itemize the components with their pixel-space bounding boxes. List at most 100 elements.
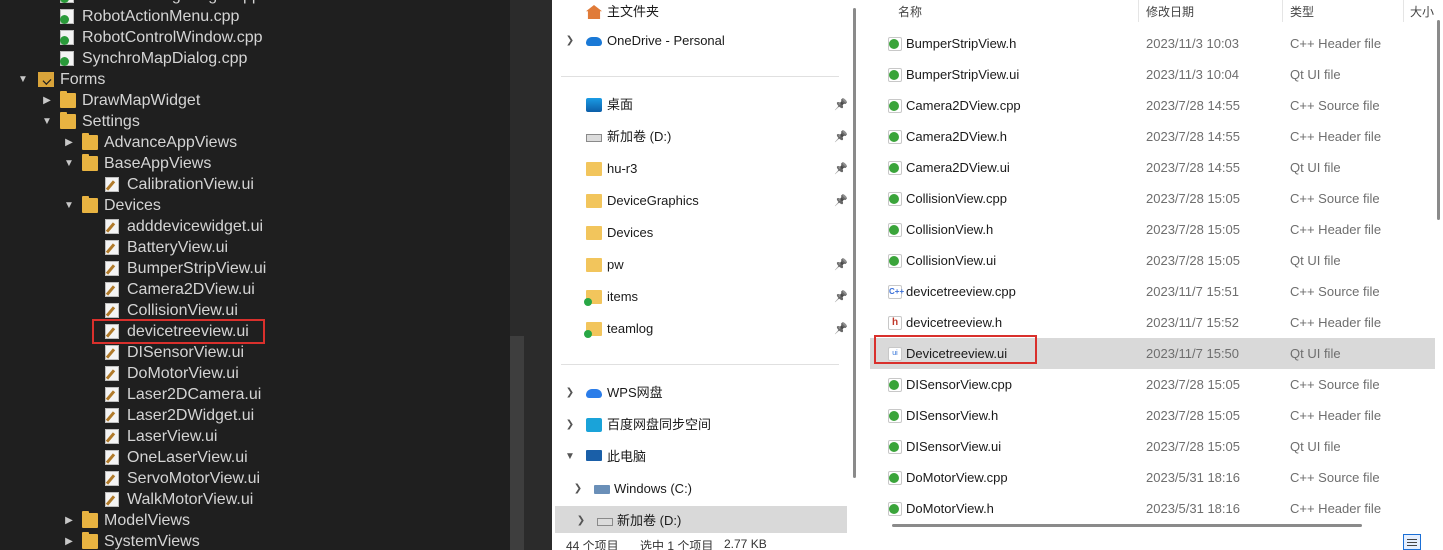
tree-item[interactable]: WalkMotorView.ui [0,489,510,510]
scrollbar-thumb[interactable] [1437,20,1440,220]
file-row[interactable]: CollisionView.h 2023/7/28 15:05 C++ Header… [870,214,1435,245]
file-row[interactable]: DISensorView.ui 2023/7/28 15:05 Qt UI file [870,431,1435,462]
file-row[interactable]: DISensorView.h 2023/7/28 15:05 C++ Header … [870,400,1435,431]
tree-item[interactable]: BatteryView.ui [0,237,510,258]
nav-item[interactable]: pw 📌 [552,250,848,280]
chevron-down-icon[interactable]: ▼ [564,442,576,472]
nav-item[interactable]: 主文件夹 [552,0,848,27]
column-type[interactable]: 类型 [1290,3,1314,20]
qt-header-icon [888,223,902,237]
column-divider[interactable] [1282,0,1283,22]
tree-item[interactable]: OneLaserView.ui [0,447,510,468]
column-divider[interactable] [1138,0,1139,22]
tree-item[interactable]: DoMotorView.ui [0,363,510,384]
chevron-right-icon[interactable]: ▶ [40,90,54,111]
tree-item[interactable]: ▼ Devices [0,195,510,216]
nav-item-label: 新加卷 (D:) [607,129,672,144]
column-size[interactable]: 大小 [1410,3,1434,20]
tree-item[interactable]: ▼ Forms [0,69,510,90]
pin-icon[interactable]: 📌 [834,90,848,120]
nav-item[interactable]: ❯ OneDrive - Personal [552,26,848,56]
chevron-down-icon[interactable]: ▼ [62,153,76,174]
tree-item[interactable]: ▶ DrawMapWidget [0,90,510,111]
chevron-right-icon[interactable]: ❯ [564,378,576,408]
nav-item[interactable]: ❯ Windows (C:) [552,474,848,504]
file-row[interactable]: CollisionView.cpp 2023/7/28 15:05 C++ Sour… [870,183,1435,214]
tree-item[interactable]: LaserView.ui [0,426,510,447]
tree-item-label: SynchroMapDialog.cpp [82,50,248,67]
nav-item[interactable]: DeviceGraphics 📌 [552,186,848,216]
chevron-right-icon[interactable]: ❯ [572,474,584,504]
nav-item[interactable]: ▼ 此电脑 [552,442,848,472]
file-row[interactable]: C++ devicetreeview.cpp 2023/11/7 15:51 C++ … [870,276,1435,307]
file-row[interactable]: ui Devicetreeview.ui 2023/11/7 15:50 Qt UI … [870,335,1435,369]
tree-item[interactable]: ▶ ModelViews [0,510,510,531]
tree-item[interactable]: Camera2DView.ui [0,279,510,300]
nav-item[interactable]: ❯ 百度网盘同步空间 [552,410,848,440]
scrollbar-thumb[interactable] [853,8,856,478]
nav-item[interactable]: 桌面 📌 [552,90,848,120]
nav-item[interactable]: Devices [552,218,848,248]
tree-item[interactable]: CalibrationView.ui [0,174,510,195]
chevron-down-icon[interactable]: ▼ [40,111,54,132]
file-row[interactable]: Camera2DView.h 2023/7/28 14:55 C++ Header … [870,121,1435,152]
details-view-button[interactable] [1403,534,1421,550]
tree-item[interactable]: DISensorView.ui [0,342,510,363]
chevron-down-icon[interactable]: ▼ [16,69,30,90]
nav-item-label: Windows (C:) [614,481,693,496]
tree-item[interactable]: ServoMotorView.ui [0,468,510,489]
tree-item[interactable]: Laser2DWidget.ui [0,405,510,426]
nav-item[interactable]: teamlog 📌 [552,314,848,344]
pin-icon[interactable]: 📌 [834,186,848,216]
thumbnail-view-button[interactable] [1423,534,1441,550]
tree-item[interactable]: CollisionView.ui [0,300,510,321]
nav-item[interactable]: items 📌 [552,282,848,312]
tree-item[interactable]: BumperStripView.ui [0,258,510,279]
tree-item[interactable]: ▼ BaseAppViews [0,153,510,174]
chevron-right-icon[interactable]: ❯ [575,506,587,536]
file-row[interactable]: BumperStripView.h 2023/11/3 10:03 C++ Head… [870,28,1435,59]
nav-item[interactable]: ❯ WPS网盘 [552,378,848,408]
tree-item[interactable]: RobotActionMenu.cpp [0,6,510,27]
tree-item[interactable]: ▶ AdvanceAppViews [0,132,510,153]
tree-item[interactable]: Laser2DCamera.ui [0,384,510,405]
chevron-right-icon[interactable]: ▶ [62,510,76,531]
chevron-right-icon[interactable]: ❯ [564,410,576,440]
file-row[interactable]: DISensorView.cpp 2023/7/28 15:05 C++ Sourc… [870,369,1435,400]
tree-item[interactable]: ▼ Settings [0,111,510,132]
tree-item[interactable]: adddevicewidget.ui [0,216,510,237]
scrollbar-thumb[interactable] [510,336,524,550]
pin-icon[interactable]: 📌 [834,250,848,280]
chevron-down-icon[interactable]: ▼ [62,195,76,216]
column-divider[interactable] [1403,0,1404,22]
tree-item[interactable]: SynchroMapDialog.cpp [0,48,510,69]
tree-item[interactable]: RobotControlWindow.cpp [0,27,510,48]
chevron-right-icon[interactable]: ▶ [62,531,76,550]
pin-icon[interactable]: 📌 [834,154,848,184]
file-row[interactable]: h devicetreeview.h 2023/11/7 15:52 C++ Head… [870,307,1435,338]
nav-scrollbar[interactable] [850,0,860,500]
list-horizontal-scrollbar[interactable] [870,521,1435,531]
nav-item[interactable]: ❯ 新加卷 (D:) [555,506,847,536]
pin-icon[interactable]: 📌 [834,282,848,312]
column-date[interactable]: 修改日期 [1146,3,1194,20]
forms-folder-icon [38,72,54,87]
list-vertical-scrollbar[interactable] [1434,0,1443,533]
tree-item[interactable]: devicetreeview.ui [0,319,510,344]
chevron-right-icon[interactable]: ▶ [62,132,76,153]
file-row[interactable]: DoMotorView.cpp 2023/5/31 18:16 C++ Source… [870,462,1435,493]
pin-icon[interactable]: 📌 [834,314,848,344]
pin-icon[interactable]: 📌 [834,122,848,152]
chevron-right-icon[interactable]: ❯ [564,26,576,56]
scrollbar-thumb[interactable] [892,524,1362,527]
file-row[interactable]: BumperStripView.ui 2023/11/3 10:04 Qt UI f… [870,59,1435,90]
column-name[interactable]: 名称 [898,3,922,20]
nav-item[interactable]: 新加卷 (D:) 📌 [552,122,848,152]
tree-scrollbar[interactable] [510,0,552,550]
file-row[interactable]: Camera2DView.cpp 2023/7/28 14:55 C++ Sourc… [870,90,1435,121]
file-row[interactable]: Camera2DView.ui 2023/7/28 14:55 Qt UI file [870,152,1435,183]
file-row[interactable]: DoMotorView.h 2023/5/31 18:16 C++ Header f… [870,493,1435,524]
tree-item[interactable]: ▶ SystemViews [0,531,510,550]
nav-item[interactable]: hu-r3 📌 [552,154,848,184]
file-row[interactable]: CollisionView.ui 2023/7/28 15:05 Qt UI fil… [870,245,1435,276]
